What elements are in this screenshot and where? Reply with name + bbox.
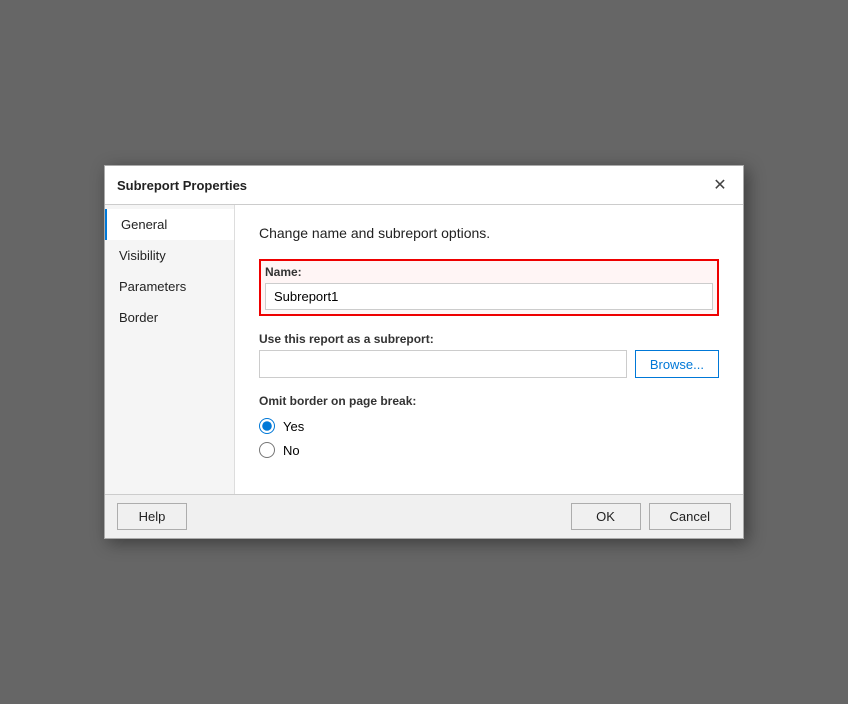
dialog-subreport-properties: Subreport Properties ✕ General Visibilit…: [104, 165, 744, 539]
radio-group: Yes No: [259, 418, 719, 458]
subreport-label: Use this report as a subreport:: [259, 332, 719, 346]
dialog-titlebar: Subreport Properties ✕: [105, 166, 743, 205]
help-button[interactable]: Help: [117, 503, 187, 530]
section-heading: Change name and subreport options.: [259, 225, 719, 241]
cancel-button[interactable]: Cancel: [649, 503, 731, 530]
dialog-body: General Visibility Parameters Border Cha…: [105, 205, 743, 494]
name-field-group: Name:: [259, 259, 719, 316]
footer-right: OK Cancel: [571, 503, 731, 530]
sidebar-item-parameters[interactable]: Parameters: [105, 271, 234, 302]
radio-no-input[interactable]: [259, 442, 275, 458]
name-label: Name:: [265, 265, 713, 279]
subreport-input[interactable]: [259, 350, 627, 378]
browse-button[interactable]: Browse...: [635, 350, 719, 378]
dialog-title: Subreport Properties: [117, 178, 247, 193]
subreport-row: Browse...: [259, 350, 719, 378]
radio-no-label: No: [283, 443, 300, 458]
sidebar-item-visibility[interactable]: Visibility: [105, 240, 234, 271]
sidebar-item-border[interactable]: Border: [105, 302, 234, 333]
subreport-field-group: Use this report as a subreport: Browse..…: [259, 332, 719, 378]
radio-yes-label: Yes: [283, 419, 304, 434]
radio-yes[interactable]: Yes: [259, 418, 719, 434]
main-content: Change name and subreport options. Name:…: [235, 205, 743, 494]
radio-no[interactable]: No: [259, 442, 719, 458]
footer-left: Help: [117, 503, 187, 530]
dialog-footer: Help OK Cancel: [105, 494, 743, 538]
omit-border-group: Omit border on page break: Yes No: [259, 394, 719, 458]
ok-button[interactable]: OK: [571, 503, 641, 530]
omit-label: Omit border on page break:: [259, 394, 719, 408]
sidebar: General Visibility Parameters Border: [105, 205, 235, 494]
sidebar-item-general[interactable]: General: [105, 209, 234, 240]
name-box: Name:: [259, 259, 719, 316]
radio-yes-input[interactable]: [259, 418, 275, 434]
close-button[interactable]: ✕: [709, 174, 731, 196]
name-input[interactable]: [265, 283, 713, 310]
